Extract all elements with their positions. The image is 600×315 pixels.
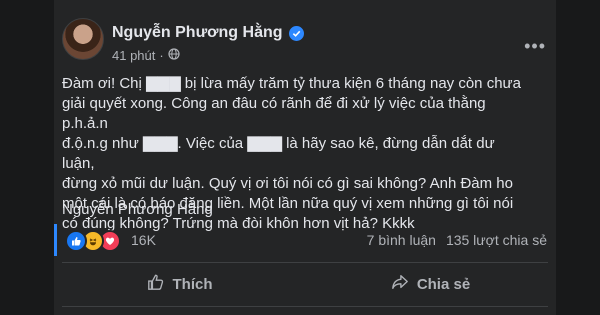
verified-badge-icon [288,25,304,41]
dot-separator: · [159,48,164,63]
post-card: Nguyễn Phương Hằng 41 phút · ••• Đàm ơi!… [54,0,556,315]
post-stats: 7 bình luận 135 lượt chia sẻ [367,232,547,248]
reaction-icons[interactable] [65,230,121,252]
author-name[interactable]: Nguyễn Phương Hằng [112,24,283,42]
author-name-row: Nguyễn Phương Hằng [112,24,304,42]
share-arrow-icon [391,273,409,295]
action-bar: Thích Chia sẻ [54,266,556,302]
reaction-count[interactable]: 16K [131,232,156,248]
post-time[interactable]: 41 phút [112,48,155,63]
thumbs-up-icon [147,273,165,295]
share-label: Chia sẻ [416,275,471,293]
share-count[interactable]: 135 lượt chia sẻ [446,232,547,248]
post-signature: Nguyễn Phương Hằng [62,201,213,218]
more-options-icon[interactable]: ••• [524,36,546,57]
globe-icon [168,48,180,63]
comment-count[interactable]: 7 bình luận [367,232,436,248]
like-label: Thích [172,275,213,293]
like-icon [65,230,87,252]
avatar[interactable] [62,18,104,60]
share-button[interactable]: Chia sẻ [305,266,556,302]
like-button[interactable]: Thích [54,266,305,302]
reactions-bar: 16K 7 bình luận 135 lượt chia sẻ [54,224,559,256]
post-meta: 41 phút · [112,48,180,63]
post-header: Nguyễn Phương Hằng 41 phút · ••• [54,14,556,64]
divider [62,262,548,263]
bottom-divider [62,306,548,307]
